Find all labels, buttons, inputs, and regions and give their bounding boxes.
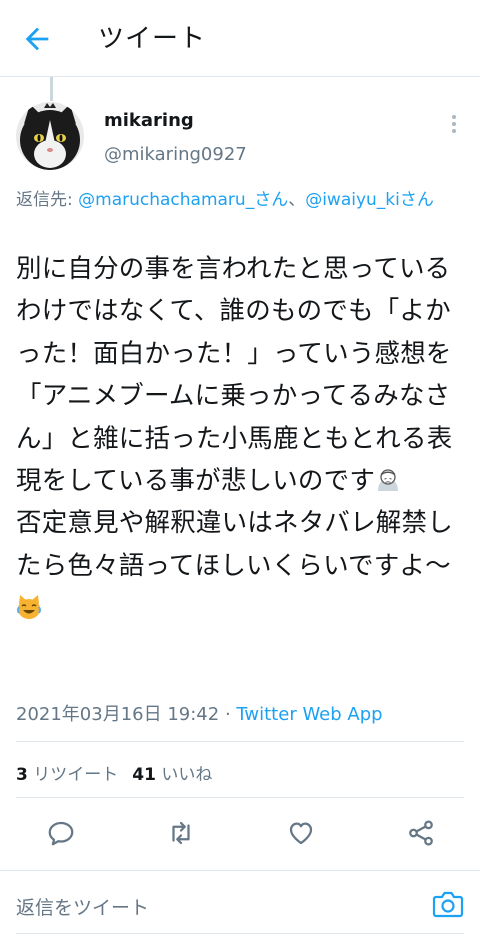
like-count: 41 [132, 765, 156, 785]
likes-stat[interactable]: 41 いいね [132, 765, 212, 785]
avatar[interactable] [16, 102, 84, 170]
thread-connector [50, 77, 53, 101]
user-handle[interactable]: @mikaring0927 [104, 144, 247, 165]
display-name[interactable]: mikaring [104, 110, 194, 131]
tweet-stats: 3 リツイート 41 いいね [16, 760, 212, 785]
retweet-count: 3 [16, 765, 28, 785]
tweet-timestamp: 2021年03月16日 19:42 · Twitter Web App [16, 700, 383, 726]
reply-to-line: 返信先: @maruchachamaru_さん、@iwaiyu_kiさん [16, 188, 468, 213]
reply-input[interactable]: 返信をツイート [16, 893, 149, 920]
sad-woman-emoji-icon [378, 469, 399, 492]
arrow-left-icon[interactable] [20, 22, 54, 56]
reply-to-prefix: 返信先: [16, 190, 79, 210]
reply-underline [16, 933, 464, 934]
camera-icon[interactable] [432, 889, 464, 919]
tweet-source[interactable]: Twitter Web App [236, 704, 382, 725]
retweet-label: リツイート [33, 765, 119, 785]
laughing-cat-emoji-icon [17, 595, 41, 620]
tweet-actions [0, 812, 480, 856]
mention-link[interactable]: @maruchachamaru_さん [78, 190, 288, 210]
tweet-text: 別に自分の事を言われたと思っているわけではなくて、誰のものでも「よかった！面白か… [16, 248, 472, 630]
retweets-stat[interactable]: 3 リツイート [16, 765, 118, 785]
reply-icon[interactable] [46, 818, 76, 848]
more-vertical-icon[interactable] [444, 112, 464, 136]
divider [16, 741, 464, 742]
tweet-text-part2: 否定意見や解釈違いはネタバレ解禁したら色々語ってほしいくらいですよ〜 [16, 508, 453, 581]
retweet-icon[interactable] [166, 818, 196, 848]
page-title: ツイート [98, 24, 207, 54]
divider [16, 797, 464, 798]
mention-link[interactable]: @iwaiyu_kiさん [305, 190, 434, 210]
meta-dot: · [219, 704, 237, 725]
tweet-text-part1: 別に自分の事を言われたと思っているわけではなくて、誰のものでも「よかった！面白か… [16, 254, 453, 497]
like-icon[interactable] [286, 818, 316, 848]
mention-separator: 、 [288, 190, 306, 210]
top-bar: ツイート [0, 0, 480, 77]
tweet-datetime[interactable]: 2021年03月16日 19:42 [16, 704, 219, 725]
cat-avatar-icon [16, 102, 84, 170]
reply-bar: 返信をツイート [0, 870, 480, 936]
like-label: いいね [161, 765, 213, 785]
share-icon[interactable] [406, 818, 436, 848]
